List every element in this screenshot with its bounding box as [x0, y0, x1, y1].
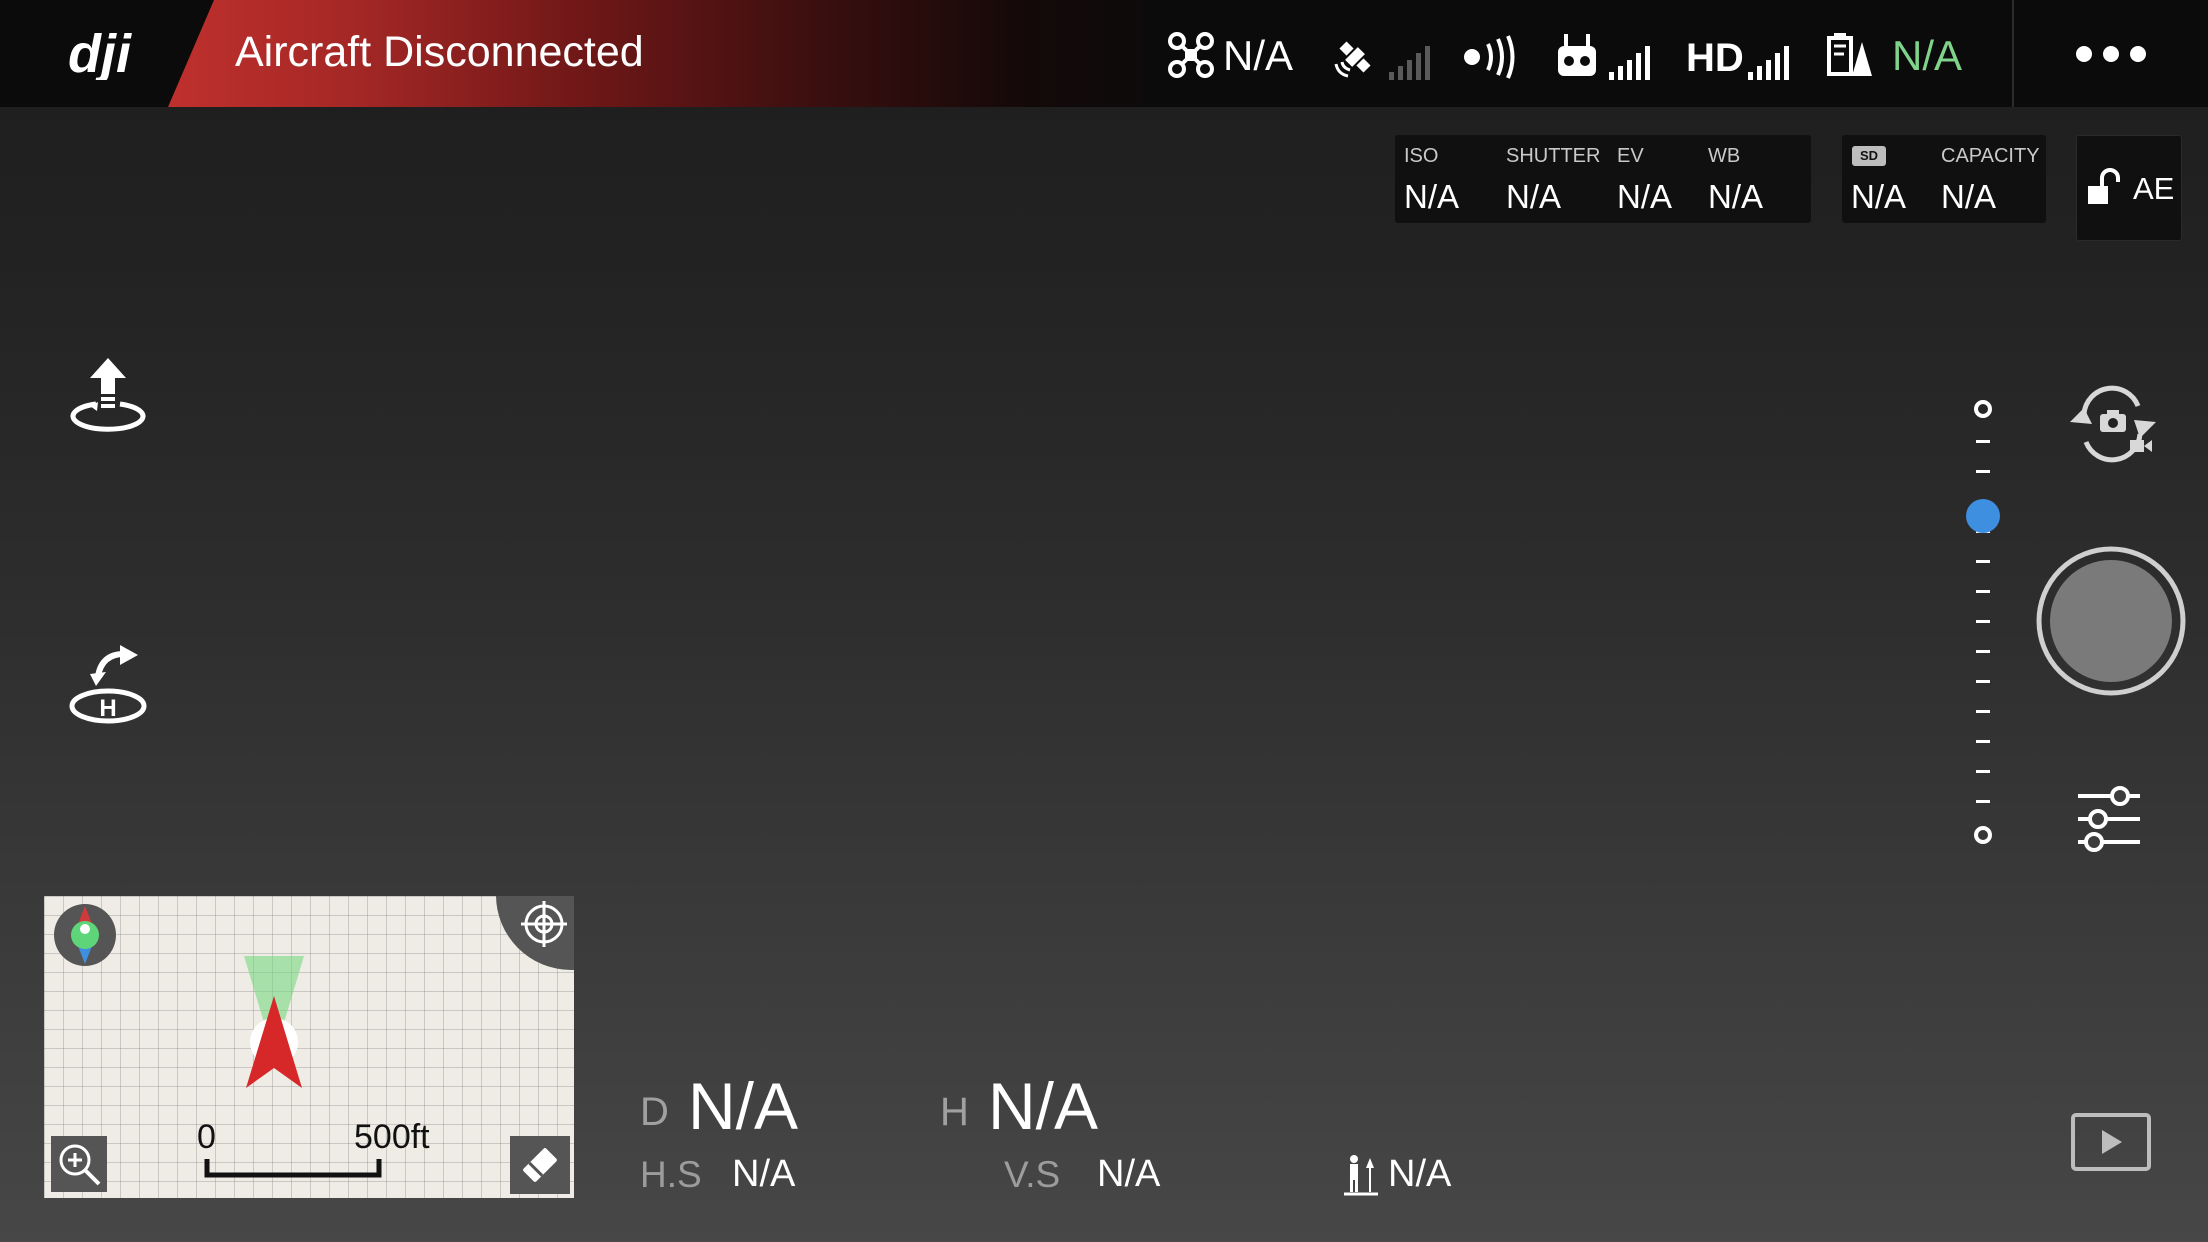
shutter-label: SHUTTER: [1506, 145, 1601, 167]
more-menu-icon[interactable]: [2074, 44, 2148, 64]
vps-height-icon: [1344, 1155, 1378, 1196]
rc-signal-bars-icon: [1609, 46, 1650, 80]
zoom-tick: [1976, 620, 1990, 623]
zoom-tick: [1976, 800, 1990, 803]
locate-target-icon[interactable]: [519, 899, 569, 949]
battery-icon[interactable]: [1826, 32, 1874, 80]
zoom-tick: [1976, 710, 1990, 713]
iso-value: N/A: [1404, 178, 1460, 215]
zoom-tick: [1976, 560, 1990, 563]
hd-signal-bars-icon: [1748, 46, 1789, 80]
zoom-tick: [1976, 770, 1990, 773]
unlock-icon: [2088, 168, 2120, 204]
return-to-home-icon[interactable]: H: [66, 644, 150, 728]
camera-mode-switch-icon[interactable]: [2064, 384, 2160, 464]
clear-flight-path-eraser-icon[interactable]: [510, 1136, 570, 1194]
iso-label: ISO: [1404, 145, 1439, 167]
aircraft-icon[interactable]: [1166, 30, 1216, 80]
ae-label: AE: [2133, 171, 2175, 206]
satellite-icon[interactable]: [1332, 34, 1378, 80]
compass-icon[interactable]: [52, 902, 118, 968]
dji-logo-icon[interactable]: dji: [68, 28, 152, 80]
vision-system-icon[interactable]: [1462, 34, 1518, 80]
zoom-tick: [1976, 740, 1990, 743]
zoom-tick: [1976, 650, 1990, 653]
capacity-value: N/A: [1941, 178, 1997, 215]
zoom-tick: [1976, 680, 1990, 683]
map-zoom-button[interactable]: [51, 1136, 107, 1192]
height-value: N/A: [988, 1069, 1099, 1143]
shutter-value: N/A: [1506, 178, 1562, 215]
sd-value: N/A: [1851, 178, 1907, 215]
horizontal-speed-label: H.S: [640, 1154, 702, 1195]
zoom-tick: [1976, 470, 1990, 473]
sd-card-icon: SD: [1852, 146, 1886, 166]
zoom-slider-bottom-stop: [1974, 826, 1992, 844]
mini-map[interactable]: 0 500ft: [44, 896, 574, 1198]
aircraft-heading-icon: [244, 956, 304, 1088]
shutter-button[interactable]: [2034, 544, 2188, 698]
connection-status[interactable]: Aircraft Disconnected: [235, 28, 644, 77]
map-scale-start: 0: [197, 1118, 216, 1156]
zoom-tick: [1976, 440, 1990, 443]
takeoff-button-icon[interactable]: [66, 354, 150, 436]
ev-label: EV: [1617, 145, 1644, 167]
map-scale-end: 500ft: [354, 1118, 430, 1156]
svg-text:H: H: [99, 695, 116, 722]
vertical-speed-label: V.S: [1004, 1154, 1061, 1195]
zoom-tick: [1976, 590, 1990, 593]
logo-text: dji: [68, 28, 132, 80]
vps-height-value: N/A: [1388, 1153, 1452, 1195]
zoom-slider-top-stop: [1974, 400, 1992, 418]
wb-label: WB: [1708, 145, 1741, 167]
map-scale-bar: [204, 1159, 382, 1178]
distance-label: D: [640, 1090, 669, 1134]
battery-value: N/A: [1892, 32, 1963, 79]
wb-value: N/A: [1708, 178, 1764, 215]
gps-signal-bars-icon: [1389, 46, 1430, 80]
height-label: H: [940, 1090, 969, 1134]
playback-button-icon[interactable]: [2070, 1112, 2152, 1172]
top-bar-divider: [2012, 0, 2014, 107]
ev-value: N/A: [1617, 178, 1673, 215]
aircraft-status-value: N/A: [1223, 32, 1294, 79]
remote-controller-icon[interactable]: [1556, 32, 1598, 80]
vertical-speed-value: N/A: [1097, 1153, 1161, 1195]
horizontal-speed-value: N/A: [732, 1153, 796, 1195]
zoom-slider-thumb[interactable]: [1964, 497, 2002, 535]
distance-value: N/A: [688, 1069, 799, 1143]
camera-settings-icon[interactable]: [2074, 784, 2144, 854]
hd-label[interactable]: HD: [1686, 36, 1744, 81]
capacity-label: CAPACITY: [1941, 145, 2040, 167]
